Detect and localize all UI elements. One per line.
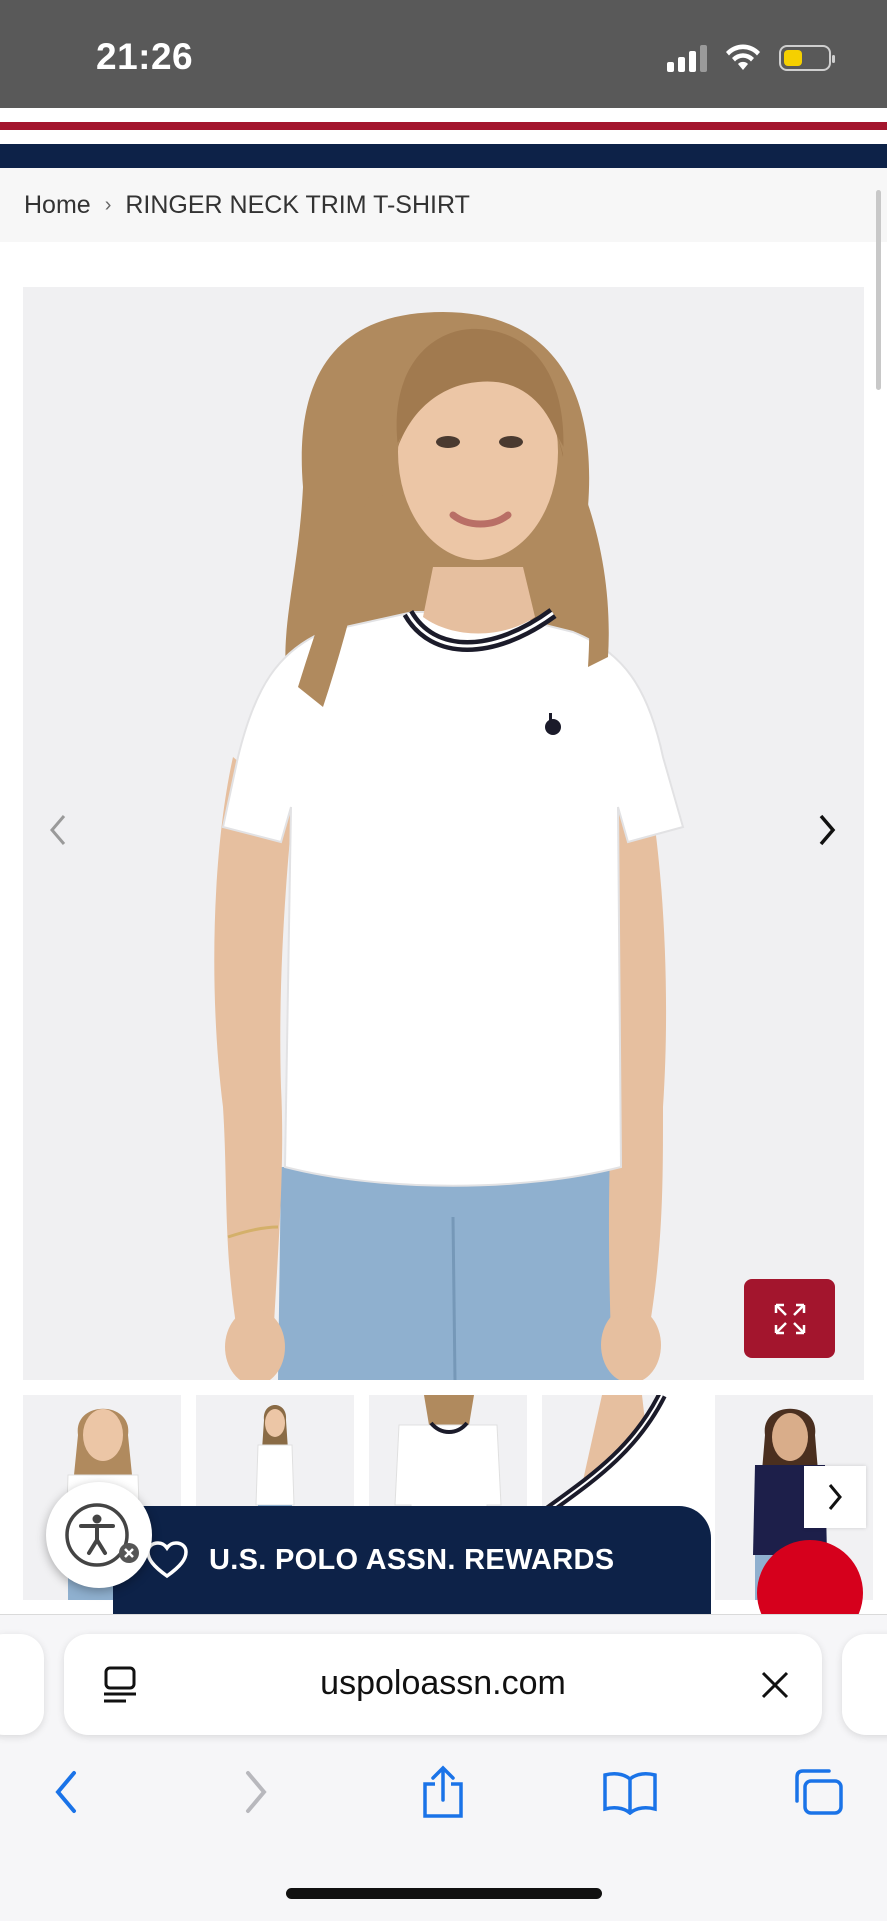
next-tab-preview[interactable] (842, 1634, 887, 1735)
red-stripe (0, 122, 887, 130)
share-icon (423, 1765, 463, 1818)
expand-image-button[interactable] (744, 1279, 835, 1358)
status-icons (667, 44, 835, 72)
url-text: uspoloassn.com (320, 1664, 566, 1702)
navy-stripe (0, 144, 887, 168)
breadcrumb-home-link[interactable]: Home (24, 191, 91, 220)
back-button[interactable] (36, 1762, 96, 1822)
forward-button[interactable] (226, 1762, 286, 1822)
chevron-left-icon (50, 815, 66, 845)
wifi-icon (726, 44, 760, 70)
gallery-next-button[interactable] (807, 800, 847, 860)
home-indicator[interactable] (286, 1888, 602, 1899)
chevron-right-icon (828, 1484, 842, 1510)
product-main-image[interactable] (23, 287, 864, 1380)
address-bar[interactable]: uspoloassn.com (64, 1634, 822, 1735)
battery-icon (779, 45, 835, 71)
breadcrumb: Home › RINGER NECK TRIM T-SHIRT (0, 168, 887, 242)
accessibility-button[interactable] (46, 1482, 152, 1588)
chevron-left-icon (55, 1771, 76, 1813)
tabs-button[interactable] (788, 1762, 848, 1822)
accessibility-icon (65, 1503, 139, 1567)
breadcrumb-current: RINGER NECK TRIM T-SHIRT (125, 190, 470, 219)
status-time: 21:26 (96, 36, 194, 77)
close-icon[interactable] (760, 1670, 790, 1700)
share-button[interactable] (413, 1762, 473, 1822)
status-bar: 21:26 (0, 0, 887, 108)
scrollbar-thumb[interactable] (876, 190, 881, 390)
brand-stripes (0, 108, 887, 168)
previous-tab-preview[interactable] (0, 1634, 44, 1735)
gallery-prev-button[interactable] (38, 800, 78, 860)
chevron-right-icon (819, 814, 836, 846)
signal-icon (667, 44, 707, 72)
breadcrumb-separator: › (104, 193, 112, 216)
book-icon (603, 1772, 657, 1815)
tabs-icon (795, 1769, 843, 1815)
rewards-banner[interactable]: U.S. POLO ASSN. REWARDS (113, 1506, 711, 1614)
thumbnails-next-button[interactable] (804, 1466, 866, 1528)
rewards-label: U.S. POLO ASSN. REWARDS (209, 1543, 615, 1576)
chevron-right-icon (246, 1771, 267, 1813)
model-illustration (23, 287, 864, 1380)
bookmarks-button[interactable] (600, 1762, 660, 1822)
expand-icon (774, 1303, 805, 1334)
heart-icon (146, 1541, 188, 1579)
